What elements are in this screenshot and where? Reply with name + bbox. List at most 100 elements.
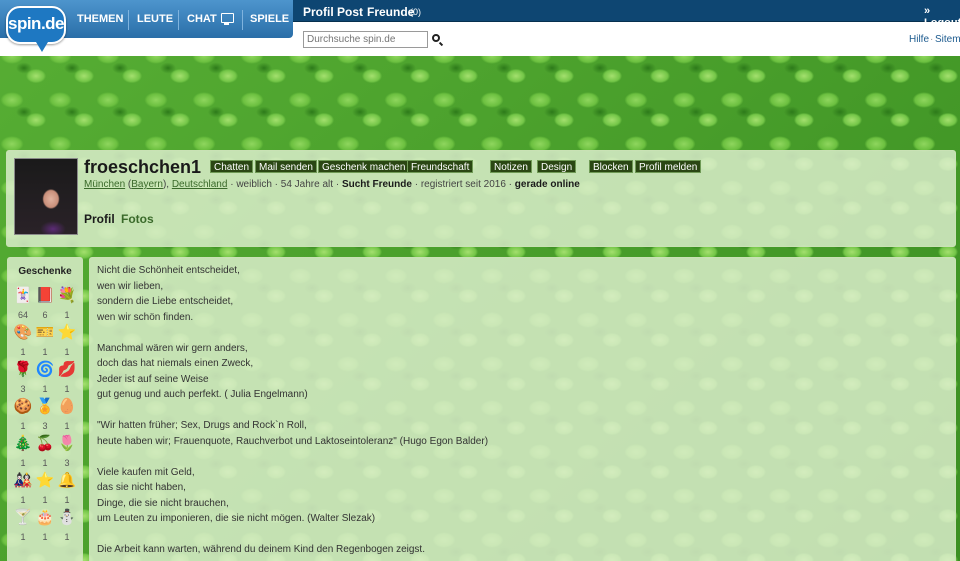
gifts-title: Geschenke [18,266,72,277]
top-link-post[interactable]: Post [337,5,363,19]
tab-fotos[interactable]: Fotos [121,212,154,226]
nav-divider [128,10,129,30]
avatar[interactable] [14,158,78,235]
city-link[interactable]: München [84,179,125,190]
gift-count: 1 [42,495,48,505]
gift-count: 3 [42,421,48,431]
gift-icon[interactable]: 💐 [57,286,77,306]
gift-icon[interactable]: ⭐ [57,323,77,343]
util-separator: · [930,34,934,45]
notes-button[interactable]: Notizen [490,160,532,173]
gift-icon[interactable]: ⛄ [57,508,77,528]
gift-icon[interactable]: 🔔 [57,471,77,491]
gift-count: 1 [64,347,70,357]
gift-count: 1 [20,458,26,468]
about-text-line: Viele kaufen mit Geld, [97,466,195,478]
top-link-profil[interactable]: Profil [303,5,334,19]
help-link[interactable]: Hilfe [909,34,929,45]
nav-spiele[interactable]: SPIELE [250,13,289,25]
gift-icon[interactable]: 🎨 [13,323,33,343]
about-text-line: um Leuten zu imponieren, die sie nicht m… [97,513,376,524]
gift-count: 1 [42,347,48,357]
gift-count: 1 [64,532,70,542]
sitemap-link[interactable]: Sitemap [935,34,960,45]
about-text-line: "Wir hatten früher; Sex, Drugs and Rock`… [97,420,307,431]
gifts-panel: Geschenke 🃏 64 📕 6 💐 1 🎨 1 🎫 1 ⭐ 1 🌹 3 🌀 1 💋 1 🍪 1 🏅 3 🥚 1 🎄 1 🍒 1 🌷… [7,257,83,561]
chat-window-icon[interactable] [221,13,234,25]
gender-text: weiblich [236,179,272,190]
gift-count: 1 [20,347,26,357]
send-mail-button[interactable]: Mail senden [255,160,317,173]
nav-themen[interactable]: THEMEN [77,13,123,25]
gift-count: 1 [42,384,48,394]
about-text-line: Dinge, die sie nicht brauchen, [97,497,229,509]
about-text-line: wen wir lieben, [97,280,164,292]
gift-icon[interactable]: 🌷 [57,434,77,454]
about-text-line: Die Arbeit kann warten, während du deine… [97,544,425,555]
report-profile-button[interactable]: Profil melden [635,160,702,173]
chat-button[interactable]: Chatten [210,160,254,173]
profile-username: froeschchen1 [84,157,202,177]
country-link[interactable]: Deutschland [172,179,228,190]
gift-icon[interactable]: 🍒 [35,434,55,454]
logout-link[interactable]: » Logout [924,5,960,29]
gift-icon[interactable]: 🎎 [13,471,33,491]
profile-text-panel: Nicht die Schönheit entscheidet, wen wir … [89,257,956,561]
nav-divider [242,10,243,30]
about-text-line: das sie nicht haben, [97,482,186,493]
tab-profil[interactable]: Profil [84,212,115,226]
gift-count: 1 [20,532,26,542]
gift-count: 1 [42,458,48,468]
profile-info-line: München (Bayern), Deutschland · weiblich… [84,179,580,190]
gift-icon[interactable]: 🃏 [13,286,33,306]
seeking-text: Sucht Freunde [341,179,412,190]
gift-icon[interactable]: 📕 [35,286,55,306]
age-text: 54 Jahre alt [280,179,334,190]
profile-header-card: froeschchen1 Chatten Mail senden Geschen… [6,150,956,247]
gift-count: 64 [17,310,28,320]
gift-count: 1 [64,421,70,431]
gift-icon[interactable]: 🏅 [35,397,55,417]
gift-icon[interactable]: 🎄 [13,434,33,454]
friends-count: (0) [410,7,421,17]
search-input[interactable] [303,31,428,48]
top-link-freunde[interactable]: Freunde [367,5,414,19]
friendship-button[interactable]: Freundschaft [407,160,474,173]
gift-count: 1 [20,421,26,431]
online-status: gerade online [514,179,580,190]
logo-speech-tail [36,42,48,52]
gift-icon[interactable]: 💋 [57,360,77,380]
search-icon[interactable] [432,34,440,42]
block-button[interactable]: Blocken [589,160,633,173]
gift-count: 6 [42,310,48,320]
about-text-line: Jeder ist auf seine Weise [97,373,209,385]
gift-count: 3 [64,458,70,468]
gift-count: 1 [20,495,26,505]
about-text-line: doch das hat niemals einen Zweck, [97,358,254,369]
gift-icon[interactable]: 🥚 [57,397,77,417]
about-text-line: gut genug und auch perfekt. ( Julia Enge… [97,389,308,400]
give-gift-button[interactable]: Geschenk machen [318,160,410,173]
gift-icon[interactable]: ⭐ [35,471,55,491]
design-button[interactable]: Design [537,160,577,173]
gift-icon[interactable]: 🎂 [35,508,55,528]
about-text-line: wen wir schön finden. [97,311,194,323]
top-bar: spin.de THEMEN LEUTE CHAT SPIELE Profil … [0,0,960,56]
gift-icon[interactable]: 🍪 [13,397,33,417]
about-text-line: sondern die Liebe entscheidet, [97,296,234,307]
spin-logo[interactable]: spin.de [6,6,66,44]
gift-icon[interactable]: 🌀 [35,360,55,380]
nav-divider [178,10,179,30]
gift-icon[interactable]: 🍸 [13,508,33,528]
about-text-line: heute haben wir; Frauenquote, Rauchverbo… [97,435,489,447]
nav-leute[interactable]: LEUTE [137,13,173,25]
region-link[interactable]: Bayern [131,179,163,190]
nav-chat[interactable]: CHAT [187,13,217,25]
gift-count: 1 [42,532,48,542]
about-text-line: Manchmal wären wir gern anders, [97,342,248,354]
gift-icon[interactable]: 🌹 [13,360,33,380]
gift-icon[interactable]: 🎫 [35,323,55,343]
gift-count: 1 [64,310,70,320]
gift-count: 3 [20,384,26,394]
registered-text: registriert seit 2016 [420,179,506,190]
